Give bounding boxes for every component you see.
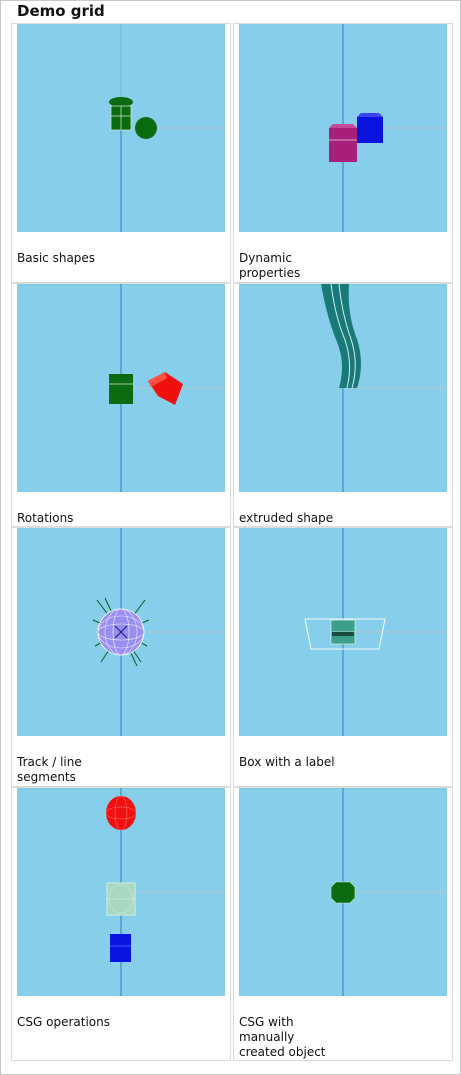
- cell-caption: extruded shape: [239, 511, 334, 525]
- cell-caption: Box with a label: [239, 755, 335, 769]
- scene-viewport[interactable]: [17, 528, 225, 736]
- cell-caption: CSG operations: [17, 1015, 110, 1029]
- cylinder-top-shape: [109, 97, 133, 107]
- cell-caption: Basic shapes: [17, 251, 96, 265]
- grid-cell-extruded-shape[interactable]: extruded shape: [233, 283, 453, 527]
- green-box-shape: [109, 374, 133, 404]
- manual-csg-object-shape: [330, 881, 356, 904]
- grid-cell-track-line-segments[interactable]: Track / line segments: [11, 527, 231, 787]
- scene-viewport[interactable]: [239, 528, 447, 736]
- scene-viewport[interactable]: [239, 284, 447, 492]
- demo-grid-panel: Demo grid Basic shapes Dynamic propertie…: [0, 0, 461, 1075]
- magenta-cube-shape: [329, 128, 357, 162]
- red-sphere-shape: [106, 796, 136, 830]
- scene-viewport[interactable]: [239, 24, 447, 232]
- scene-viewport[interactable]: [17, 284, 225, 492]
- grid-cell-csg-operations[interactable]: CSG operations: [11, 787, 231, 1061]
- box-label-text: [332, 632, 354, 636]
- scene-viewport[interactable]: [17, 788, 225, 996]
- grid-cell-basic-shapes[interactable]: Basic shapes: [11, 23, 231, 283]
- grid-cell-box-with-label[interactable]: Box with a label: [233, 527, 453, 787]
- grid-cell-csg-manual-object[interactable]: CSG with manually created object: [233, 787, 453, 1061]
- grid-cell-rotations[interactable]: Rotations: [11, 283, 231, 527]
- cell-caption: Track / line segments: [17, 755, 82, 784]
- cell-caption: CSG with manually created object: [239, 1015, 326, 1059]
- page-title: Demo grid: [17, 2, 105, 20]
- cell-caption: Dynamic properties: [239, 251, 301, 280]
- scene-viewport[interactable]: [17, 24, 225, 232]
- blue-cube-shape: [357, 117, 383, 143]
- sphere-shape: [135, 117, 157, 139]
- blue-box-shape: [110, 934, 131, 962]
- cell-caption: Rotations: [17, 511, 74, 525]
- grid-cell-dynamic-properties[interactable]: Dynamic properties: [233, 23, 453, 283]
- scene-viewport[interactable]: [239, 788, 447, 996]
